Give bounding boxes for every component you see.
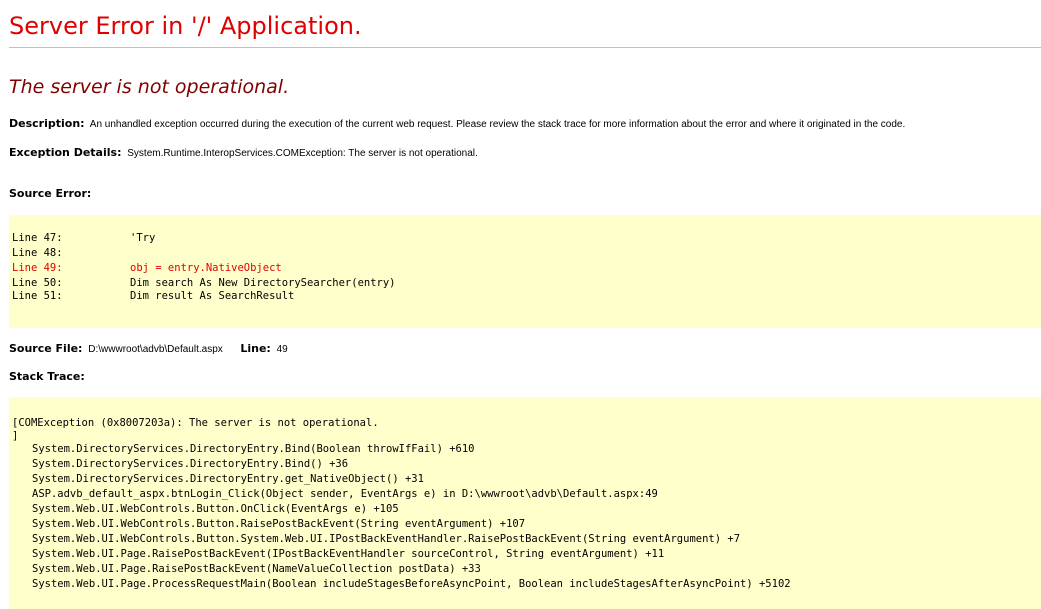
source-line: Line 51: Dim result As SearchResult — [12, 290, 1041, 302]
source-line-number: Line 51: — [12, 290, 63, 302]
source-error-label: Source Error: — [9, 187, 92, 200]
error-message: The server is not operational. — [9, 76, 290, 98]
source-line-highlighted: Line 49: obj = entry.NativeObject — [12, 262, 1041, 274]
source-line-number: Line 49: — [12, 262, 63, 274]
stack-frame: System.Web.UI.Page.RaisePostBackEvent(Na… — [32, 563, 481, 575]
title-divider — [9, 47, 1041, 48]
description-label: Description: — [9, 117, 85, 130]
source-line-number: Line 50: — [12, 277, 63, 289]
source-line-value: 49 — [276, 344, 288, 355]
stack-frame: System.DirectoryServices.DirectoryEntry.… — [32, 443, 475, 455]
source-line-code: obj = entry.NativeObject — [130, 262, 282, 274]
stack-trace-label: Stack Trace: — [9, 370, 85, 383]
source-line: Line 50: Dim search As New DirectorySearc… — [12, 277, 1041, 289]
source-file-row: Source File: D:\wwwroot\advb\Default.asp… — [9, 342, 288, 357]
source-line-code: 'Try — [130, 232, 156, 244]
page-title: Server Error in '/' Application. — [9, 12, 362, 40]
source-line-number: Line 47: — [12, 232, 63, 244]
description-row: Description: An unhandled exception occu… — [9, 117, 905, 132]
source-code-box[interactable]: Line 47: 'Try Line 48: Line 49: obj = entr… — [9, 215, 1041, 328]
source-file-label: Source File: — [9, 342, 83, 355]
stack-trace-header: [COMException (0x8007203a): The server i… — [12, 417, 379, 429]
stack-trace-closing: ] — [12, 430, 19, 442]
source-error-heading: Source Error: — [9, 187, 91, 202]
source-line: Line 48: — [12, 247, 1041, 259]
stack-frame: System.Web.UI.Page.RaisePostBackEvent(IP… — [32, 548, 665, 560]
source-line-number: Line 48: — [12, 247, 63, 259]
stack-frame: ASP.advb_default_aspx.btnLogin_Click(Obj… — [32, 488, 658, 500]
stack-frame: System.Web.UI.Page.ProcessRequestMain(Bo… — [32, 578, 791, 590]
source-line-code: Dim search As New DirectorySearcher(entr… — [130, 277, 396, 289]
description-text: An unhandled exception occurred during t… — [89, 119, 906, 130]
exception-details-label: Exception Details: — [9, 146, 122, 159]
exception-details-text: System.Runtime.InteropServices.COMExcept… — [127, 148, 478, 159]
source-file-path: D:\wwwroot\advb\Default.aspx — [88, 344, 223, 355]
stack-frame: System.Web.UI.WebControls.Button.RaisePo… — [32, 518, 526, 530]
exception-details-row: Exception Details: System.Runtime.Intero… — [9, 146, 478, 161]
source-line: Line 47: 'Try — [12, 232, 1041, 244]
source-line-label: Line: — [240, 342, 271, 355]
stack-frame: System.DirectoryServices.DirectoryEntry.… — [32, 458, 349, 470]
stack-frame: System.Web.UI.WebControls.Button.OnClick… — [32, 503, 399, 515]
stack-frame: System.Web.UI.WebControls.Button.System.… — [32, 533, 741, 545]
source-line-code: Dim result As SearchResult — [130, 290, 295, 302]
error-page: Server Error in '/' Application. The ser… — [0, 0, 1041, 609]
stack-trace-box[interactable]: [COMException (0x8007203a): The server i… — [9, 397, 1041, 609]
stack-trace-heading: Stack Trace: — [9, 370, 85, 385]
stack-frame: System.DirectoryServices.DirectoryEntry.… — [32, 473, 424, 485]
